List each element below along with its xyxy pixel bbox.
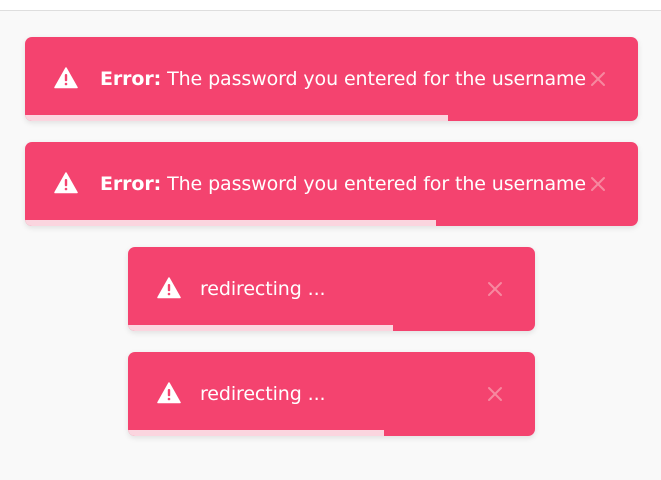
toast-label: Error — [100, 173, 154, 195]
progress-bar — [128, 325, 393, 331]
toast-text: redirecting ... — [200, 383, 326, 405]
progress-bar — [25, 115, 448, 121]
progress-bar — [25, 220, 436, 226]
warning-icon — [157, 277, 181, 299]
toast-message: redirecting ... — [200, 277, 326, 301]
toast-label: Error — [100, 68, 154, 90]
redirect-toast: redirecting ... — [128, 352, 535, 436]
progress-track — [25, 115, 638, 121]
warning-icon — [54, 67, 78, 89]
warning-icon — [54, 172, 78, 194]
close-icon[interactable] — [589, 70, 607, 88]
toast-text: The password you entered for the usernam… — [161, 68, 586, 90]
progress-track — [128, 430, 535, 436]
close-icon[interactable] — [486, 280, 504, 298]
warning-icon — [157, 382, 181, 404]
toast-message: Error: The password you entered for the … — [100, 67, 586, 91]
top-bar — [0, 0, 661, 11]
progress-bar — [128, 430, 385, 436]
toast-text: redirecting ... — [200, 278, 326, 300]
toast-message: redirecting ... — [200, 382, 326, 406]
redirect-toast: redirecting ... — [128, 247, 535, 331]
progress-track — [25, 220, 638, 226]
toast-message: Error: The password you entered for the … — [100, 172, 586, 196]
close-icon[interactable] — [486, 385, 504, 403]
error-toast: Error: The password you entered for the … — [25, 37, 638, 121]
toast-text: The password you entered for the usernam… — [161, 173, 586, 195]
progress-track — [128, 325, 535, 331]
close-icon[interactable] — [589, 175, 607, 193]
error-toast: Error: The password you entered for the … — [25, 142, 638, 226]
